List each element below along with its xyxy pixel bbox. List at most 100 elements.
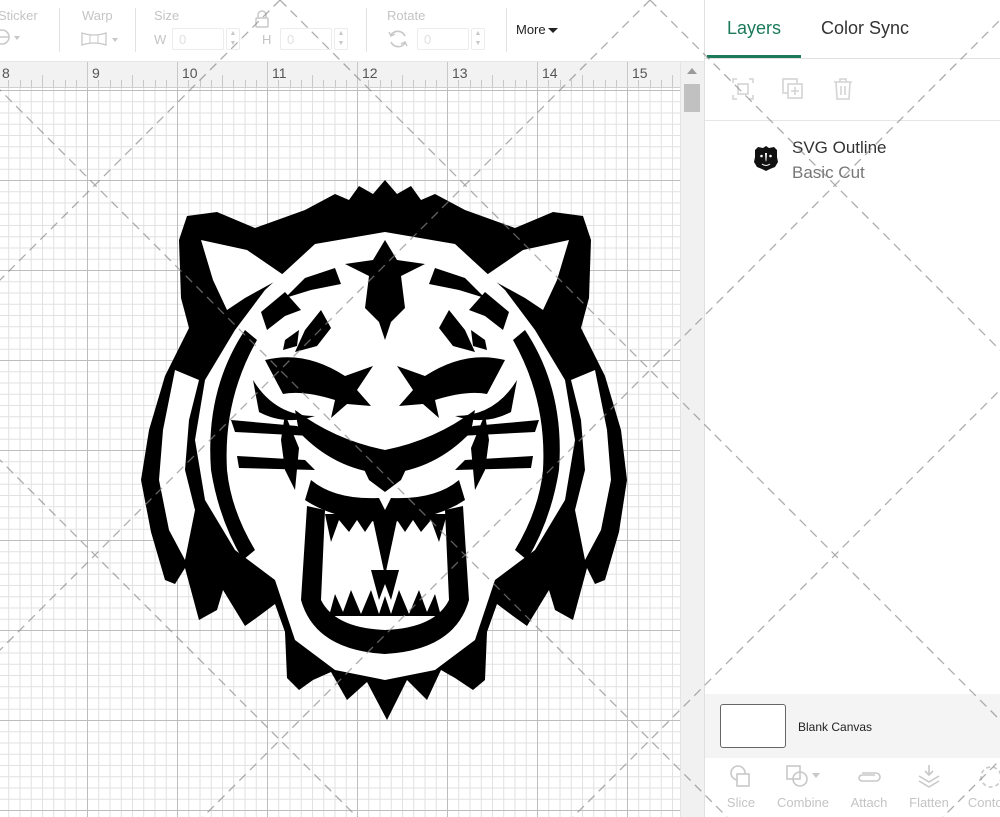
ruler-minor-tick	[75, 80, 77, 87]
ruler-minor-tick	[390, 80, 392, 87]
rotate-input[interactable]: 0	[417, 28, 469, 50]
ruler-label: 13	[452, 65, 468, 81]
ruler-minor-tick	[593, 80, 595, 87]
blank-canvas-label: Blank Canvas	[798, 720, 873, 734]
ruler-minor-tick	[165, 80, 167, 87]
blank-canvas-row: Blank Canvas	[705, 694, 1000, 758]
ruler-minor-tick	[312, 75, 313, 87]
flatten-icon	[916, 764, 942, 790]
layer-item[interactable]: SVG Outline Basic Cut	[705, 122, 1000, 192]
tiger-head-design[interactable]	[135, 180, 635, 720]
tab-layers[interactable]: Layers	[727, 18, 781, 39]
scroll-thumb[interactable]	[684, 84, 700, 112]
ruler-minor-tick	[300, 80, 302, 87]
rotate-icon[interactable]	[387, 28, 409, 53]
ruler-minor-tick	[19, 80, 21, 87]
ruler-minor-tick	[424, 80, 426, 87]
ruler-minor-tick	[570, 80, 572, 87]
ruler-minor-tick	[402, 75, 403, 87]
delete-icon[interactable]	[831, 77, 855, 101]
height-label: H	[262, 32, 272, 47]
ruler-minor-tick	[42, 75, 43, 87]
ruler-minor-tick	[615, 80, 617, 87]
ruler-minor-tick	[469, 80, 471, 87]
ruler-minor-tick	[435, 80, 437, 87]
design-canvas[interactable]	[0, 88, 680, 817]
ruler-label: 11	[272, 65, 287, 81]
layer-actions-bar: Slice Combine Attach Flatten Contour	[705, 758, 1000, 817]
sticker-label: Sticker	[0, 8, 38, 23]
ruler-minor-tick	[233, 80, 235, 87]
slice-button[interactable]: Slice	[719, 758, 763, 817]
warp-icon[interactable]	[80, 30, 122, 51]
ruler-minor-tick	[514, 80, 516, 87]
ruler-minor-tick	[244, 80, 246, 87]
attach-button[interactable]: Attach	[845, 758, 893, 817]
ruler-minor-tick	[413, 80, 415, 87]
ruler-label: 8	[2, 65, 10, 81]
tab-color-sync[interactable]: Color Sync	[821, 18, 909, 39]
layer-name: SVG Outline	[792, 138, 887, 157]
combine-button[interactable]: Combine	[773, 758, 833, 817]
toolbar-divider	[506, 8, 507, 52]
ruler-minor-tick	[548, 80, 550, 87]
ruler-minor-tick	[638, 80, 640, 87]
width-stepper[interactable]: ▲ ▼	[226, 28, 240, 50]
warp-group: Warp	[60, 0, 135, 62]
sticker-group: Sticker	[0, 0, 60, 62]
more-menu-button[interactable]: More	[516, 22, 558, 37]
ruler-minor-tick	[210, 80, 212, 87]
lock-icon[interactable]	[255, 10, 269, 31]
ruler-minor-tick	[672, 75, 673, 87]
layer-operation: Basic Cut	[792, 163, 865, 182]
ruler-major-tick	[267, 62, 268, 87]
ruler-minor-tick	[222, 75, 223, 87]
caret-down-icon	[547, 28, 558, 34]
ruler-minor-tick	[660, 80, 662, 87]
ruler-minor-tick	[278, 80, 280, 87]
size-label: Size	[154, 8, 180, 23]
attach-icon	[856, 764, 882, 790]
ruler-minor-tick	[379, 80, 381, 87]
ruler-minor-tick	[199, 80, 201, 87]
ruler-minor-tick	[188, 80, 190, 87]
rotate-stepper[interactable]: ▲ ▼	[471, 28, 485, 50]
ruler-minor-tick	[345, 80, 347, 87]
active-tab-indicator	[707, 55, 801, 58]
ruler-minor-tick	[649, 80, 651, 87]
duplicate-icon[interactable]	[781, 77, 805, 101]
ruler-minor-tick	[98, 80, 100, 87]
height-stepper[interactable]: ▲ ▼	[334, 28, 348, 50]
edit-toolbar: Sticker Warp Size W 0 ▲ ▼ H 0 ▲ ▼ Rotate 0…	[0, 0, 705, 62]
group-icon[interactable]	[731, 77, 755, 101]
tiger-thumbnail-icon	[753, 145, 779, 171]
ruler-minor-tick	[53, 80, 55, 87]
sticker-icon[interactable]	[0, 28, 24, 49]
ruler-minor-tick	[289, 80, 291, 87]
ruler-minor-tick	[368, 80, 370, 87]
flatten-button[interactable]: Flatten	[905, 758, 953, 817]
scroll-up-arrow-icon[interactable]	[687, 68, 697, 74]
ruler-minor-tick	[255, 80, 257, 87]
combine-icon	[785, 764, 821, 790]
ruler-major-tick	[87, 62, 88, 87]
layer-tools	[705, 59, 1000, 121]
horizontal-ruler: 8 9 10 11 12 13 14 15	[0, 62, 680, 88]
ruler-major-tick	[447, 62, 448, 87]
ruler-label: 9	[92, 65, 100, 81]
ruler-minor-tick	[154, 80, 156, 87]
canvas-vertical-scrollbar[interactable]	[680, 62, 704, 817]
ruler-minor-tick	[503, 80, 505, 87]
ruler-minor-tick	[132, 75, 133, 87]
ruler-minor-tick	[492, 75, 493, 87]
height-input[interactable]: 0	[280, 28, 332, 50]
ruler-minor-tick	[582, 75, 583, 87]
width-input[interactable]: 0	[172, 28, 224, 50]
ruler-minor-tick	[604, 80, 606, 87]
blank-canvas-swatch[interactable]	[720, 704, 786, 748]
contour-button[interactable]: Contour	[963, 758, 1000, 817]
ruler-label: 14	[542, 65, 558, 81]
ruler-major-tick	[627, 62, 628, 87]
size-group: Size W 0 ▲ ▼ H 0 ▲ ▼	[136, 0, 366, 62]
ruler-label: 10	[182, 65, 198, 81]
